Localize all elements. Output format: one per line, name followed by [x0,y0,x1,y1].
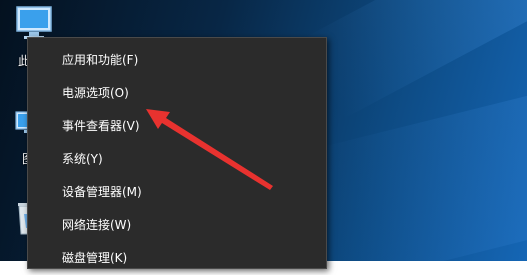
menu-item-disk-management[interactable]: 磁盘管理(K) [28,242,326,275]
menu-item-device-manager[interactable]: 设备管理器(M) [28,176,326,209]
menu-item-event-viewer[interactable]: 事件查看器(V) [28,110,326,143]
menu-item-apps-and-features[interactable]: 应用和功能(F) [28,44,326,77]
menu-item-system[interactable]: 系统(Y) [28,143,326,176]
menu-item-network-connections[interactable]: 网络连接(W) [28,209,326,242]
menu-item-power-options[interactable]: 电源选项(O) [28,77,326,110]
wallpaper-light-beam [300,0,527,120]
this-pc-icon[interactable] [14,5,54,41]
winx-context-menu: 应用和功能(F) 电源选项(O) 事件查看器(V) 系统(Y) 设备管理器(M)… [27,37,327,269]
